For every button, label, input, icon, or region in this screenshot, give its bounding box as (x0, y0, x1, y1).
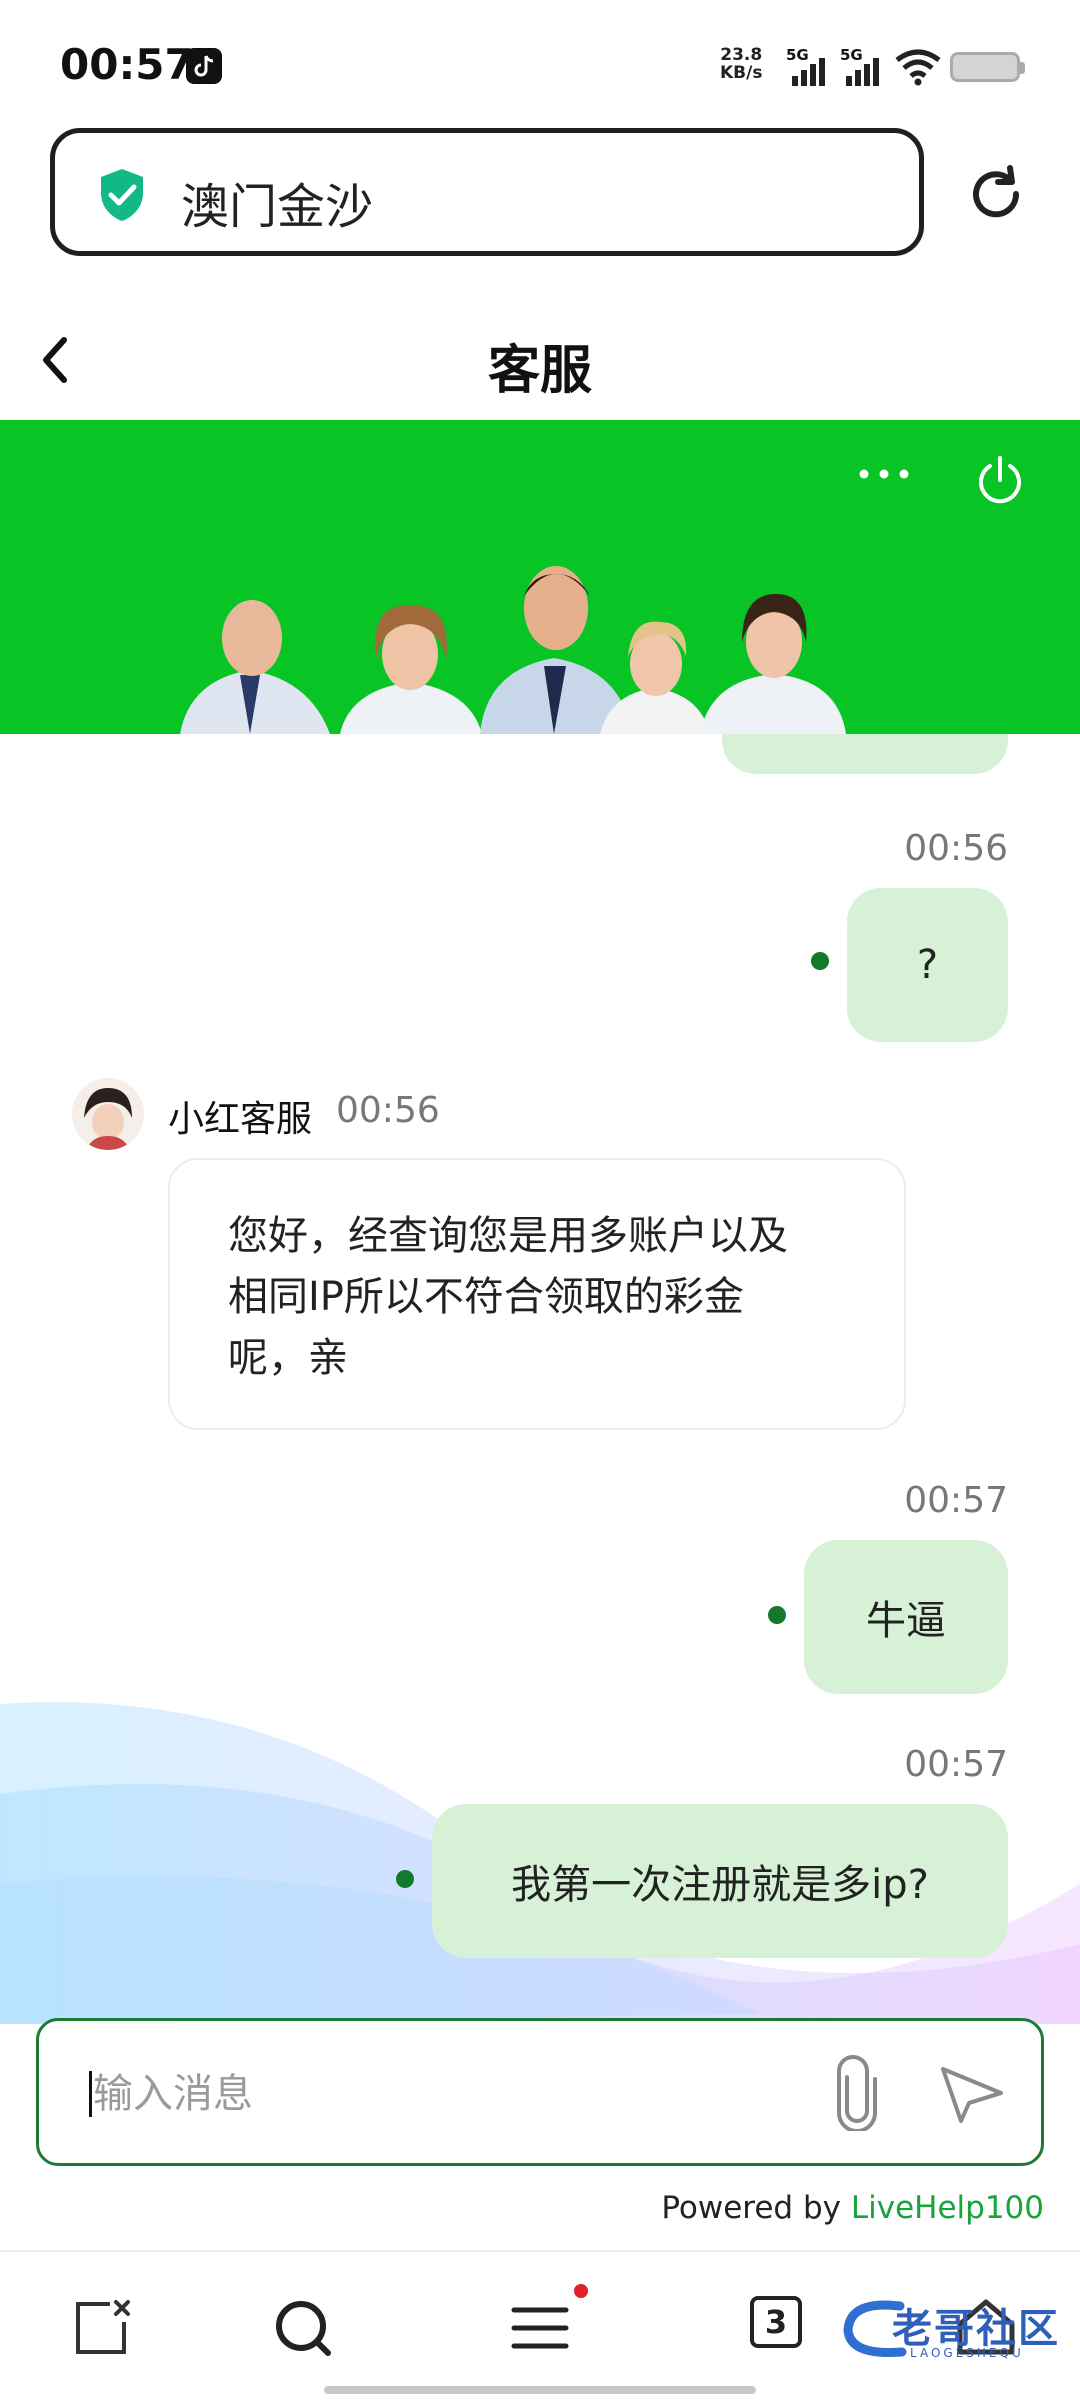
paperclip-icon[interactable] (829, 2055, 885, 2131)
home-icon[interactable]: 老哥社区 LAOGESHEQU (840, 2288, 1070, 2368)
read-status-dot (768, 1606, 786, 1624)
more-horizontal-icon[interactable] (856, 464, 912, 484)
send-icon[interactable] (939, 2063, 1005, 2125)
message-time: 00:56 (904, 828, 1008, 869)
site-name: 澳门金沙 (181, 179, 374, 235)
message-input[interactable] (93, 2059, 793, 2129)
outgoing-message: ? (847, 888, 1008, 1042)
powered-by: Powered by LiveHelp100 (661, 2190, 1044, 2226)
signal-icon: 5G (786, 46, 836, 86)
browser-bottom-nav: 3 老哥社区 LAOGESHEQU (0, 2250, 1080, 2400)
incoming-message: 您好，经查询您是用多账户以及 相同IP所以不符合领取的彩金 呢，亲 (168, 1158, 906, 1430)
shield-check-icon (101, 169, 143, 221)
tiktok-icon (186, 48, 222, 84)
outgoing-message: 牛逼 (804, 1540, 1008, 1694)
read-status-dot (396, 1870, 414, 1888)
livehelp-link[interactable]: LiveHelp100 (851, 2190, 1044, 2226)
home-indicator[interactable] (324, 2386, 756, 2394)
text-caret (89, 2071, 92, 2117)
status-bar: 00:57 23.8 KB/s 5G 5G (0, 0, 1080, 120)
team-photo (180, 566, 846, 734)
wifi-icon (895, 49, 941, 86)
message-time: 00:56 (336, 1090, 440, 1131)
power-icon[interactable] (974, 454, 1026, 506)
reload-icon[interactable] (966, 164, 1026, 224)
tabs-icon[interactable]: 3 (750, 2296, 802, 2348)
menu-icon[interactable] (504, 2292, 576, 2364)
address-bar[interactable]: 澳门金沙 (50, 128, 924, 256)
outgoing-message: 我第一次注册就是多ip? (432, 1804, 1008, 1958)
signal-icon: 5G (840, 46, 890, 86)
chat-area[interactable]: 00:56 ? 小红客服 00:56 您好，经查询您是用多账户以及 相同IP所以… (0, 734, 1080, 2024)
battery-icon (950, 52, 1025, 82)
search-icon[interactable] (268, 2292, 340, 2364)
status-clock: 00:57 (60, 40, 194, 89)
close-page-icon[interactable] (66, 2292, 138, 2364)
page-header: 客服 (0, 300, 1080, 420)
agent-avatar (72, 1078, 144, 1150)
message-time: 00:57 (904, 1744, 1008, 1785)
agent-name: 小红客服 (168, 1099, 313, 1140)
message-composer (36, 2018, 1044, 2166)
page-title: 客服 (487, 341, 592, 401)
message-time: 00:57 (904, 1480, 1008, 1521)
support-banner (0, 420, 1080, 734)
notification-dot (574, 2284, 588, 2298)
previous-message-tail (722, 734, 1008, 774)
network-speed: 23.8 KB/s (720, 45, 763, 83)
read-status-dot (811, 952, 829, 970)
